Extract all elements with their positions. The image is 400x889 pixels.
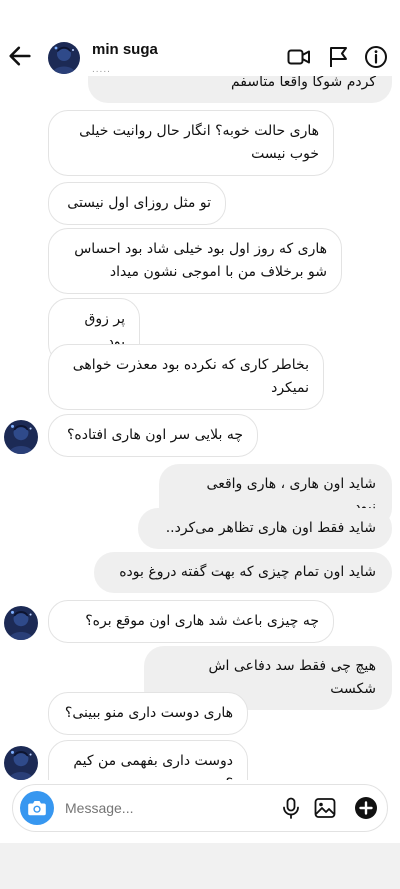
microphone-icon <box>283 797 299 819</box>
message-bubble-incoming[interactable]: هاری که روز اول بود خیلی شاد بود احساس ش… <box>48 228 342 294</box>
gallery-button[interactable] <box>313 796 337 820</box>
message-input[interactable] <box>65 793 275 823</box>
message-bubble-incoming[interactable]: چه چیزی باعث شد هاری اون موقع بره؟ <box>48 600 334 643</box>
sender-avatar[interactable] <box>4 606 38 640</box>
video-call-button[interactable] <box>286 44 312 70</box>
message-bubble-incoming[interactable]: بخاطر کاری که نکرده بود معذرت خواهی نمیک… <box>48 344 324 410</box>
contact-avatar[interactable] <box>48 42 80 74</box>
add-button[interactable] <box>354 796 378 820</box>
gallery-icon <box>314 798 336 818</box>
message-composer <box>12 784 388 832</box>
microphone-button[interactable] <box>279 796 303 820</box>
message-bubble-incoming[interactable]: هاری دوست داری منو ببینی؟ <box>48 692 248 735</box>
message-bubble-outgoing[interactable]: شاید فقط اون هاری تظاهر می‌کرد.. <box>138 508 392 549</box>
camera-icon <box>28 801 46 816</box>
info-icon <box>365 46 387 68</box>
message-thread[interactable]: کردم شوکا واقعا متاسفم هاری حالت خوبه؟ ا… <box>0 76 400 780</box>
message-bubble-outgoing[interactable]: شاید اون تمام چیزی که بهت گفته دروغ بوده <box>94 552 392 593</box>
arrow-left-icon <box>9 46 31 66</box>
chat-header: min suga ..... <box>0 0 400 76</box>
message-bubble-incoming[interactable]: هاری حالت خوبه؟ انگار حال روانیت خیلی خو… <box>48 110 334 176</box>
message-bubble-incoming[interactable]: تو مثل روزای اول نیستی <box>48 182 226 225</box>
flag-icon <box>330 47 347 67</box>
message-bubble-incoming[interactable]: چه بلایی سر اون هاری افتاده؟ <box>48 414 258 457</box>
avatar-image <box>4 420 38 454</box>
info-button[interactable] <box>363 44 389 70</box>
message-bubble-outgoing[interactable]: کردم شوکا واقعا متاسفم <box>88 76 392 103</box>
message-bubble-incoming[interactable]: دوست داری بفهمی من کیم ؟ <box>48 740 248 780</box>
back-button[interactable] <box>6 42 34 70</box>
contact-name[interactable]: min suga <box>92 41 158 58</box>
avatar-image <box>4 746 38 780</box>
contact-status: ..... <box>92 64 111 75</box>
sender-avatar[interactable] <box>4 746 38 780</box>
camera-button[interactable] <box>20 791 54 825</box>
avatar-image <box>48 42 80 74</box>
video-call-icon <box>287 49 310 65</box>
system-navigation-bar <box>0 843 400 889</box>
sender-avatar[interactable] <box>4 420 38 454</box>
flag-button[interactable] <box>326 44 352 70</box>
plus-icon <box>355 797 377 819</box>
avatar-image <box>4 606 38 640</box>
